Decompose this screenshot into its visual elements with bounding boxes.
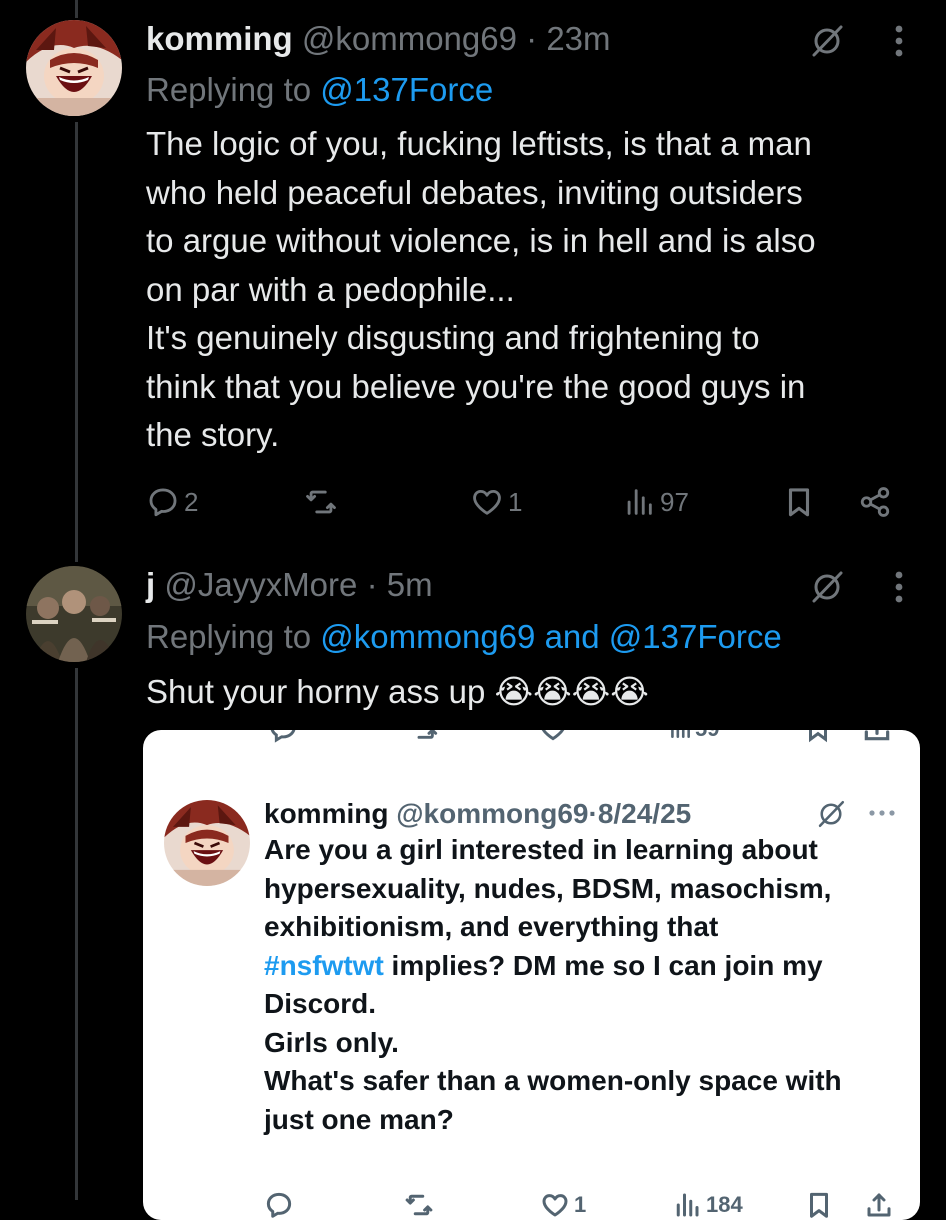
thread-line-top: [75, 0, 78, 18]
views-button[interactable]: 97: [622, 478, 689, 526]
embedded-actions: 1 184: [264, 1185, 904, 1220]
separator: ·: [588, 798, 598, 829]
reply-text: Shut your horny ass up: [146, 673, 486, 710]
views-icon: [671, 730, 690, 738]
bookmark-button[interactable]: [782, 478, 816, 526]
views-button[interactable]: 184: [672, 1185, 743, 1220]
embedded-text-line: What's safer than a women-only space wit…: [264, 1065, 842, 1096]
thread-line: [75, 122, 78, 562]
share-button[interactable]: [858, 478, 892, 526]
mention-137force[interactable]: @137Force: [609, 618, 782, 655]
bookmark-icon: [788, 488, 810, 517]
hashtag-nsfwtwt[interactable]: #nsfwtwt: [264, 950, 384, 981]
embedded-text-line: Are you a girl interested in learning ab…: [264, 834, 818, 865]
like-button[interactable]: 1: [540, 1185, 586, 1220]
date[interactable]: 8/24/25: [598, 798, 691, 829]
tweet-actions: 2 1 97: [146, 478, 906, 526]
handle[interactable]: @kommong69: [302, 20, 517, 57]
previous-tweet-actions: 59: [143, 730, 920, 748]
timestamp[interactable]: 23m: [546, 20, 610, 57]
tweet-text-line: who held peaceful debates, inviting outs…: [146, 173, 803, 211]
more-icon: [869, 810, 895, 816]
tweet-text-line: The logic of you, fucking leftists, is t…: [146, 125, 812, 162]
replying-prefix: Replying to: [146, 71, 312, 108]
display-name[interactable]: komming: [146, 20, 293, 57]
tweet-text-line: think that you believe you're the good g…: [146, 367, 806, 405]
like-count: 1: [574, 1192, 587, 1217]
tweet-text: The logic of you, fucking leftists, is t…: [146, 120, 816, 460]
display-name[interactable]: komming: [264, 798, 388, 829]
avatar-komming[interactable]: [164, 800, 250, 886]
share-icon: [860, 487, 890, 517]
avatar-jayyx[interactable]: [26, 566, 122, 662]
view-count: 97: [660, 486, 689, 517]
retweet-button[interactable]: [304, 478, 338, 526]
bookmark-icon: [809, 730, 827, 743]
embedded-text-rest: implies? DM me so I can join my: [383, 949, 823, 981]
replying-to: Replying to @kommong69 and @137Force: [146, 618, 782, 656]
embedded-text-line: #nsfwtwt implies? DM me so I can join my: [264, 947, 842, 986]
tweet-text: Shut your horny ass up 😭😭😭😭: [146, 668, 649, 717]
separator: ·: [526, 20, 538, 57]
reply-icon: [266, 1192, 292, 1218]
reply-button[interactable]: [264, 1185, 294, 1220]
embedded-text-line: just one man?: [264, 1103, 454, 1135]
embedded-text-line: hypersexuality, nudes, BDSM, masochism,: [264, 872, 832, 904]
avatar-komming[interactable]: [26, 20, 122, 116]
mention-137force[interactable]: @137Force: [320, 71, 493, 108]
grok-icon[interactable]: [808, 22, 846, 65]
thread-line-bottom: [75, 668, 78, 1200]
tweet-header: komming @kommong69 · 23m: [146, 20, 611, 58]
embedded-header: komming @kommong69·8/24/25: [264, 796, 691, 832]
reply-count: 2: [184, 486, 199, 517]
handle[interactable]: @kommong69: [396, 798, 588, 829]
embedded-screenshot[interactable]: 59 komming @kommong69·8/24/25 Are you: [143, 730, 920, 1220]
tweet-text-line: Shut your horny ass up 😭😭😭😭: [146, 668, 649, 717]
retweet-icon: [405, 1194, 433, 1216]
retweet-button[interactable]: [404, 1185, 434, 1220]
like-button[interactable]: 1: [470, 478, 522, 526]
replying-to: Replying to @137Force: [146, 71, 493, 109]
grok-icon[interactable]: [808, 568, 846, 611]
embedded-tweet-text: Are you a girl interested in learning ab…: [264, 831, 842, 1139]
timestamp[interactable]: 5m: [387, 566, 433, 603]
mention-and: and: [544, 618, 600, 655]
view-count: 184: [706, 1192, 743, 1217]
crying-emoji: 😭😭😭😭: [494, 673, 649, 710]
tweet-text-line: It's genuinely disgusting and frightenin…: [146, 319, 760, 356]
tweet-text-line: the story.: [146, 416, 280, 453]
tweet-text-line: to argue without violence, is in hell an…: [146, 222, 816, 259]
views-icon: [676, 1193, 699, 1217]
more-icon[interactable]: [889, 22, 909, 65]
display-name[interactable]: j: [146, 566, 155, 603]
share-icon: [864, 730, 890, 741]
prev-view-count: 59: [695, 730, 719, 742]
like-icon: [541, 730, 565, 741]
reply-icon: [149, 488, 177, 517]
embedded-text-line: Girls only.: [264, 1026, 399, 1058]
share-button[interactable]: [864, 1185, 894, 1220]
replying-prefix: Replying to: [146, 618, 312, 655]
separator: ·: [366, 566, 378, 603]
share-icon: [867, 1193, 891, 1217]
reply-button[interactable]: 2: [146, 478, 198, 526]
bookmark-button[interactable]: [804, 1185, 834, 1220]
tweet-header: j @JayyxMore · 5m: [146, 566, 433, 604]
embedded-text-line: exhibitionism, and everything that: [264, 911, 719, 942]
mention-kommong69[interactable]: @kommong69: [320, 618, 535, 655]
views-icon: [627, 489, 652, 515]
retweet-icon: [417, 730, 438, 739]
retweet-icon: [306, 490, 336, 514]
reply-icon: [270, 730, 296, 743]
grok-icon: [818, 800, 845, 828]
more-icon[interactable]: [889, 568, 909, 611]
handle[interactable]: @JayyxMore: [164, 566, 357, 603]
like-count: 1: [508, 486, 523, 517]
embedded-text-line: Discord.: [264, 988, 377, 1019]
tweet-text-line: on par with a pedophile...: [146, 270, 515, 308]
like-icon: [473, 489, 501, 515]
like-icon: [542, 1194, 568, 1217]
bookmark-icon: [810, 1192, 828, 1218]
